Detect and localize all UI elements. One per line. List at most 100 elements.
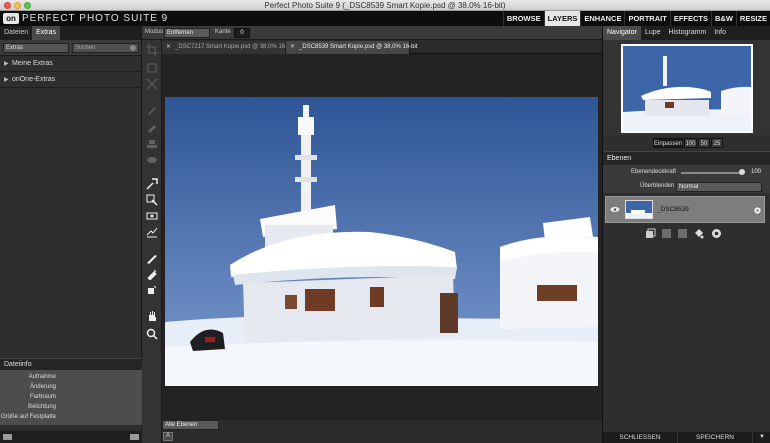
tab-lupe[interactable]: Lupe: [641, 26, 665, 40]
tree-item-meine-extras[interactable]: ▶ Meine Extras: [0, 56, 141, 72]
zoom-tool-icon[interactable]: [146, 328, 158, 340]
left-panel-footer: [0, 431, 142, 443]
layers-section-title: Ebenen: [603, 151, 770, 165]
kante-label: Kante: [215, 29, 231, 35]
layer-settings: Ebenendeckkraft 100 Überblenden Normal: [603, 165, 770, 193]
doc-tab-label: _DSC8539 Smart Kopie.psd @ 38,0% 16-bit: [299, 44, 418, 50]
tree-item-onone-extras[interactable]: ▶ onOne-Extras: [0, 72, 141, 88]
save-options-chevron-icon[interactable]: ▼: [753, 432, 770, 443]
crop-tool-icon[interactable]: [146, 44, 158, 56]
left-tabs: Dateien Extras: [0, 26, 141, 40]
hand-tool-icon[interactable]: [146, 310, 158, 322]
layer-name: _DSC8539: [657, 206, 689, 213]
search-placeholder: Suchen: [75, 45, 96, 51]
eraser-tool-icon[interactable]: [146, 122, 158, 134]
panel-toggle-icon[interactable]: [3, 434, 12, 440]
visibility-eye-icon[interactable]: [610, 206, 620, 213]
doc-tab-dsc7217[interactable]: ✕ _DSC7217 Smart Kopie.psd @ 38,0% 16-bit: [162, 41, 294, 54]
module-bw[interactable]: B&W: [710, 11, 736, 26]
save-button[interactable]: SPEICHERN: [678, 432, 753, 443]
pen-tool-icon[interactable]: [146, 252, 158, 264]
module-enhance[interactable]: ENHANCE: [580, 11, 624, 26]
doc-tab-label: _DSC7217 Smart Kopie.psd @ 38,0% 16-bit: [175, 44, 294, 50]
tree-item-label: Meine Extras: [11, 60, 53, 67]
layer-gear-icon[interactable]: [753, 206, 762, 215]
doc-tab-dsc8539[interactable]: ✕ _DSC8539 Smart Kopie.psd @ 38,0% 16-bit: [286, 41, 418, 54]
duplicate-layer-icon[interactable]: [645, 228, 656, 239]
module-effects[interactable]: EFFECTS: [669, 11, 711, 26]
layer-thumbnail: [625, 200, 653, 219]
transform-tool-icon[interactable]: [146, 62, 158, 74]
gradient-tool-icon[interactable]: [146, 210, 158, 222]
kante-stepper[interactable]: 0: [234, 28, 250, 38]
chisel-tool-icon[interactable]: [146, 268, 158, 281]
zoom-25-button[interactable]: 25: [711, 138, 723, 148]
mask-layer-icon[interactable]: [677, 228, 688, 239]
eye-tool-icon[interactable]: [146, 154, 158, 166]
masking-bug-icon[interactable]: [146, 194, 158, 206]
blend-label: Überblenden: [640, 183, 675, 189]
navigator-thumbnail[interactable]: [621, 44, 753, 133]
modus-select[interactable]: Entfernen: [164, 28, 210, 38]
layers-filter-select[interactable]: Alle Ebenen: [162, 420, 219, 430]
extras-filter-select[interactable]: Extras: [3, 43, 69, 53]
extras-filter-bar: Extras Suchen: [0, 40, 141, 56]
onone-logo: on: [3, 13, 19, 24]
left-panel: Dateien Extras Extras Suchen ▶ Meine Ext…: [0, 26, 142, 443]
stamp-tool-icon[interactable]: [146, 138, 158, 150]
layer-settings-gear-icon[interactable]: [711, 228, 722, 239]
tool-options-bar: Modus Entfernen Kante 0: [142, 26, 602, 40]
cut-tool-icon[interactable]: [146, 78, 158, 90]
zoom-50-button[interactable]: 50: [698, 138, 710, 148]
photo-preview[interactable]: [165, 97, 598, 386]
window-title: Perfect Photo Suite 9 (_DSC8539 Smart Ko…: [264, 1, 506, 10]
expand-arrow-icon: ▶: [4, 61, 9, 67]
tab-histogramm[interactable]: Histogramm: [665, 26, 711, 40]
tab-dateien[interactable]: Dateien: [0, 26, 32, 40]
tool-strip: [142, 26, 162, 443]
layer-item[interactable]: _DSC8539: [605, 196, 765, 223]
layer-actions: [603, 225, 770, 243]
module-resize[interactable]: RESIZE: [735, 11, 770, 26]
text-layer-icon[interactable]: A: [163, 432, 173, 441]
zoom-fit-button[interactable]: Einpassen: [653, 138, 683, 148]
window-titlebar: Perfect Photo Suite 9 (_DSC8539 Smart Ko…: [0, 0, 770, 11]
opacity-value: 100: [751, 169, 762, 175]
right-panel: Navigator Lupe Histogramm Info Einpassen…: [602, 26, 770, 443]
tab-extras[interactable]: Extras: [32, 26, 60, 40]
close-tab-icon[interactable]: ✕: [290, 44, 295, 50]
fileinfo-title: Dateiinfo: [0, 358, 142, 370]
tree-item-label: onOne-Extras: [11, 76, 56, 83]
refine-tool-icon[interactable]: [146, 226, 158, 238]
masking-brush-icon[interactable]: [146, 178, 158, 190]
fileinfo-row: Belichtung: [27, 404, 56, 410]
search-icon: [130, 45, 136, 51]
zoom-100-button[interactable]: 100: [684, 138, 697, 148]
app-header: on PERFECT PHOTO SUITE 9 BROWSE LAYERS E…: [0, 11, 770, 26]
paint-bucket-icon[interactable]: [693, 228, 704, 239]
fileinfo-row: Größe auf Festplatte: [0, 414, 56, 420]
module-browse[interactable]: BROWSE: [502, 11, 544, 26]
right-tabs: Navigator Lupe Histogramm Info: [603, 26, 770, 40]
blend-mode-select[interactable]: Normal: [676, 182, 762, 192]
close-tab-icon[interactable]: ✕: [166, 44, 171, 50]
right-panel-footer: SCHLIESSEN SPEICHERN ▼: [603, 432, 770, 443]
module-portrait[interactable]: PORTRAIT: [624, 11, 669, 26]
tab-navigator[interactable]: Navigator: [603, 26, 641, 40]
extras-search-input[interactable]: Suchen: [72, 43, 139, 53]
fileinfo-row: Farbraum: [29, 394, 56, 400]
module-layers[interactable]: LAYERS: [543, 11, 581, 26]
app-name: PERFECT PHOTO SUITE 9: [22, 13, 169, 24]
opacity-slider-handle[interactable]: [739, 169, 745, 175]
brush-tool-icon[interactable]: [146, 104, 158, 116]
opacity-slider[interactable]: [681, 172, 743, 174]
close-button[interactable]: SCHLIESSEN: [603, 432, 678, 443]
merge-layer-icon[interactable]: [661, 228, 672, 239]
fileinfo-panel: Dateiinfo Aufnahme Änderung Farbraum Bel…: [0, 358, 142, 425]
panel-collapse-icon[interactable]: [130, 434, 139, 440]
tab-info[interactable]: Info: [710, 26, 730, 40]
fileinfo-row: Aufnahme: [28, 374, 56, 380]
image-canvas[interactable]: [162, 54, 602, 420]
navigator-panel: [603, 40, 770, 135]
blur-tool-icon[interactable]: [146, 284, 158, 296]
